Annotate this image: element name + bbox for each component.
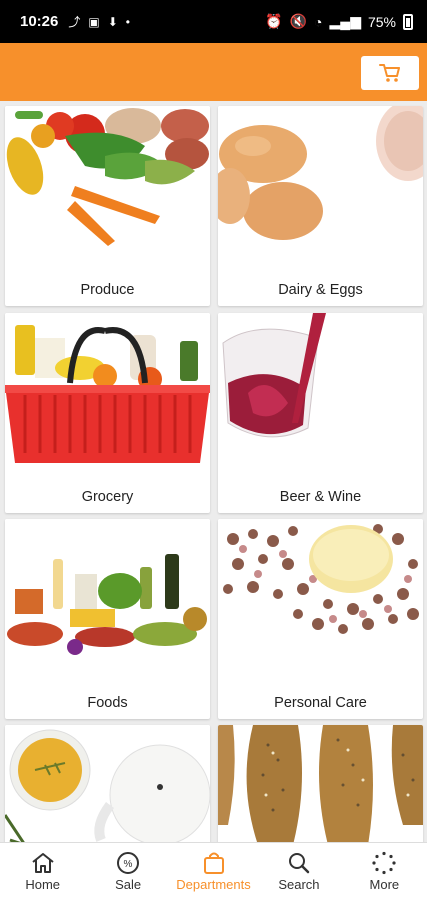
produce-image: [5, 106, 210, 266]
personal-care-image: [218, 519, 423, 679]
signal-icon: ▂▄▆: [329, 13, 361, 29]
department-tile-produce[interactable]: Produce: [5, 106, 210, 306]
nav-home[interactable]: Home: [0, 843, 85, 900]
department-label: Beer & Wine: [279, 489, 362, 505]
nav-sale-label: Sale: [115, 877, 142, 892]
alarm-icon: ⏰: [265, 13, 283, 29]
missed-call-icon: ⤴: [68, 15, 81, 29]
search-icon: [288, 853, 310, 874]
nav-departments-label: Departments: [176, 877, 251, 892]
department-tile-beer-wine[interactable]: Beer & Wine: [218, 313, 423, 513]
department-tile-foods[interactable]: Foods: [5, 519, 210, 719]
department-tile-personal-care[interactable]: Personal Care: [218, 519, 423, 719]
shopping-bag-icon: [203, 852, 224, 874]
dot-icon: •: [125, 14, 130, 29]
nav-search[interactable]: Search: [256, 843, 341, 900]
cart-icon: [379, 64, 400, 82]
wifi-icon: ◔: [314, 13, 323, 30]
nav-more-label: More: [369, 877, 400, 892]
nav-search-label: Search: [278, 877, 320, 892]
tea-image: [5, 725, 210, 842]
status-time: 10:26: [20, 13, 59, 30]
department-label: Dairy & Eggs: [278, 282, 363, 298]
nav-sale[interactable]: % Sale: [85, 843, 170, 900]
department-tile-bakery[interactable]: [218, 725, 423, 842]
grocery-image: [5, 313, 210, 473]
app-bar: [0, 43, 427, 101]
gallery-icon: ▣: [88, 14, 100, 29]
home-icon: [32, 853, 54, 873]
department-grid: Produce Dairy & Eggs Grocery Beer & Wine…: [0, 101, 427, 842]
nav-departments[interactable]: Departments: [171, 843, 256, 900]
bottom-nav: Home % Sale Departments Search More: [0, 842, 427, 900]
nav-home-label: Home: [25, 877, 61, 892]
battery-percent: 75%: [367, 13, 396, 30]
status-bar: 10:26 ⤴ ▣ ⬇ • ⏰ 🔇 ◔ ▂▄▆ 75%: [0, 0, 427, 43]
department-tile-dairy-eggs[interactable]: Dairy & Eggs: [218, 106, 423, 306]
notification-icons: ⤴ ▣ ⬇ •: [68, 13, 130, 30]
department-label: Grocery: [81, 489, 134, 505]
sale-icon: %: [117, 852, 140, 874]
department-tile-tea[interactable]: [5, 725, 210, 842]
cart-button[interactable]: [361, 56, 419, 90]
nav-more[interactable]: More: [342, 843, 427, 900]
more-icon: [372, 851, 396, 875]
department-tile-grocery[interactable]: Grocery: [5, 313, 210, 513]
bakery-image: [218, 725, 423, 842]
department-label: Foods: [87, 695, 128, 711]
download-icon: ⬇: [107, 14, 118, 29]
svg-text:%: %: [124, 859, 133, 870]
department-label: Personal Care: [274, 695, 367, 711]
battery-icon: [403, 13, 413, 30]
mute-icon: 🔇: [289, 13, 308, 29]
beer-wine-image: [218, 313, 423, 473]
department-label: Produce: [80, 282, 135, 298]
dairy-eggs-image: [218, 106, 423, 266]
system-icons: ⏰ 🔇 ◔ ▂▄▆ 75%: [265, 13, 413, 30]
foods-image: [5, 519, 210, 679]
